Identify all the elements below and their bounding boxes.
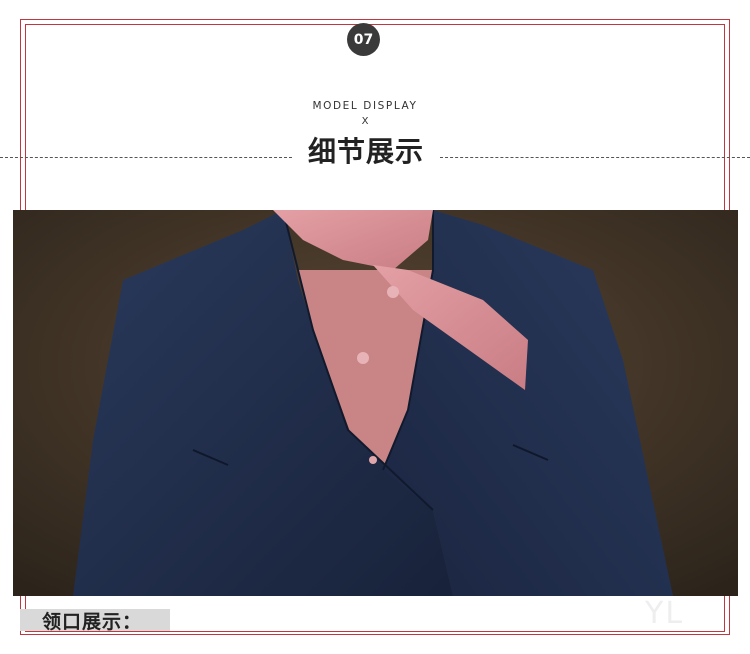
section-subtitle: MODEL DISPLAY xyxy=(312,100,418,112)
collar-detail-illustration xyxy=(13,210,738,596)
section-number-badge: 07 xyxy=(347,23,380,56)
subtitle-separator: X xyxy=(361,116,369,127)
section-title: 细节展示 xyxy=(296,130,436,170)
title-divider-right xyxy=(440,157,750,158)
collar-display-caption: 领口展示： xyxy=(42,611,143,633)
collar-detail-photo xyxy=(13,210,738,596)
brand-watermark: YL xyxy=(645,596,685,631)
title-divider-left xyxy=(0,157,292,158)
